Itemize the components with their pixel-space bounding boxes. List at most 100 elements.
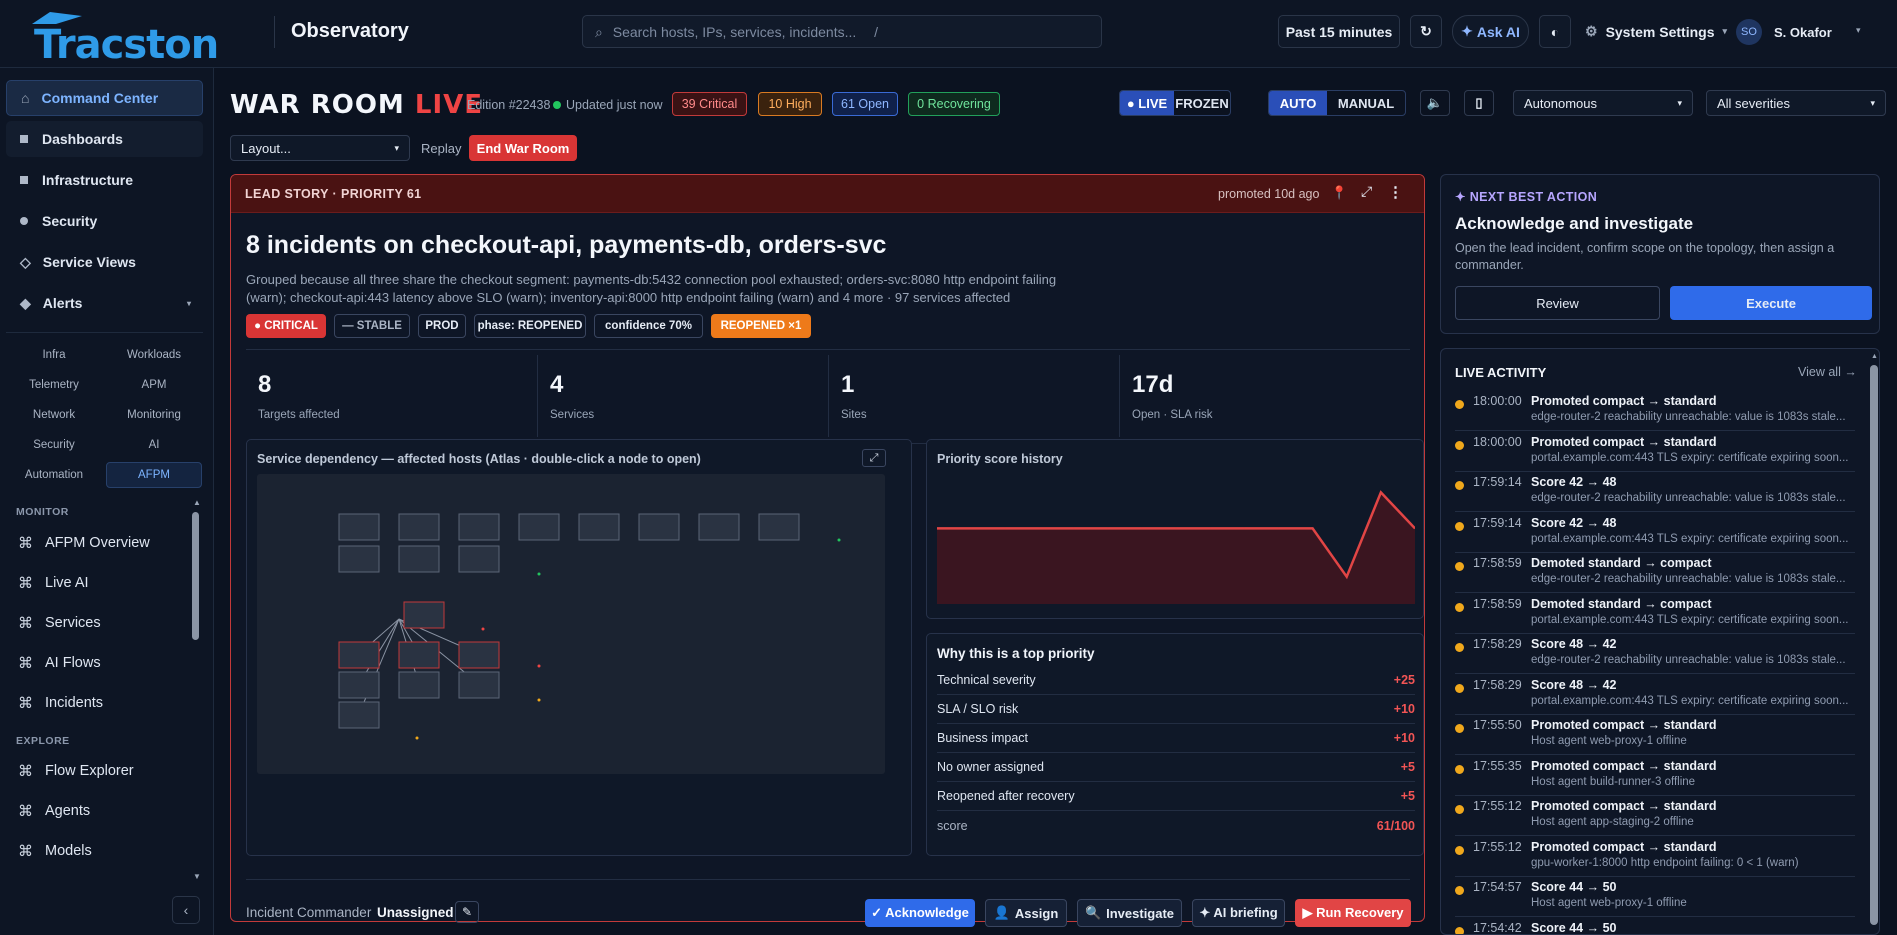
high-count-badge[interactable]: 10 High [758,92,822,116]
scrollbar-thumb[interactable] [1870,365,1878,925]
replay-link[interactable]: Replay [421,141,461,156]
priority-history-panel: Priority score history [926,439,1424,619]
assign-button[interactable]: 👤 Assign [985,899,1067,927]
subnav-infra[interactable]: Infra [9,349,99,361]
subnav-monitoring[interactable]: Monitoring [109,409,199,421]
more-icon[interactable]: ⋮ [1388,183,1403,201]
nav-live-ai[interactable]: ⌘ Live AI [18,574,89,592]
nav-flow-explorer[interactable]: ⌘ Flow Explorer [18,762,134,780]
investigate-button[interactable]: 🔍 Investigate [1077,899,1182,927]
nav-ai-flows[interactable]: ⌘ AI Flows [18,654,101,672]
activity-item[interactable]: 17:58:29 Score 48 → 42 edge-router-2 reach… [1455,634,1855,674]
activity-item[interactable]: 17:54:57 Score 44 → 50 Host agent web-prox… [1455,877,1855,917]
scrollbar-thumb[interactable] [192,512,199,640]
topology-graph[interactable] [257,474,885,774]
activity-item[interactable]: 17:59:14 Score 42 → 48 edge-router-2 reach… [1455,472,1855,512]
theme-toggle-icon[interactable]: ◐ [1539,15,1571,48]
acknowledge-button[interactable]: ✓ Acknowledge [865,899,975,927]
expand-icon[interactable]: ⤢ [1361,183,1372,200]
sidebar-item-command-center[interactable]: ⌂ Command Center [6,80,203,116]
activity-item[interactable]: 18:00:00 Promoted compact → standard porta… [1455,432,1855,472]
edit-commander-icon[interactable]: ✎ [455,901,479,923]
auto-mode-button[interactable]: AUTO [1269,91,1328,115]
activity-item[interactable]: 17:59:14 Score 42 → 48 portal.example.com:… [1455,513,1855,553]
severity-select[interactable]: All severities ▾ [1706,90,1886,116]
divider [246,349,1410,350]
nav-services[interactable]: ⌘ Services [18,614,101,632]
scroll-up-icon[interactable]: ▲ [1871,353,1878,360]
open-count-badge[interactable]: 61 Open [832,92,898,116]
manual-mode-button[interactable]: MANUAL [1327,91,1405,115]
activity-item[interactable]: 17:54:42 Score 44 → 50 [1455,918,1855,934]
nav-afpm-overview[interactable]: ⌘ AFPM Overview [18,534,150,552]
run-recovery-button[interactable]: ▶ Run Recovery [1295,899,1411,927]
next-action-description: Open the lead incident, confirm scope on… [1455,241,1835,272]
refresh-icon[interactable]: ↻ [1410,15,1442,48]
activity-detail: Host agent web-proxy-1 offline [1531,897,1687,909]
subnav-afpm[interactable]: AFPM [106,462,202,488]
brand-logo[interactable]: Tracston [30,10,252,68]
activity-item[interactable]: 17:55:35 Promoted compact → standard Host … [1455,756,1855,796]
topology-svg[interactable] [257,474,885,774]
end-war-room-button[interactable]: End War Room [469,135,577,161]
sidebar-scrollbar[interactable]: ▲ ▼ [190,498,202,884]
history-point [1346,576,1348,578]
sidebar-item-dashboards[interactable]: Dashboards [6,121,203,157]
avatar[interactable]: SO [1736,19,1762,45]
pin-icon[interactable]: 📍 [1331,185,1347,201]
sidebar-item-service-views[interactable]: ◇ Service Views [6,244,203,280]
page-title: WAR ROOM LIVE [230,90,483,120]
subnav-automation[interactable]: Automation [9,469,99,481]
fullscreen-icon[interactable]: ▯ [1464,90,1494,116]
subnav-ai[interactable]: AI [109,439,199,451]
sound-icon[interactable]: 🔈 [1420,90,1450,116]
review-button[interactable]: Review [1455,286,1660,320]
collapse-sidebar-button[interactable]: ‹ [172,896,200,924]
priority-history-chart[interactable] [937,472,1415,612]
scroll-down-icon[interactable]: ▼ [193,872,201,881]
chevron-down-icon[interactable]: ▾ [1856,25,1861,36]
layout-select[interactable]: Layout... ▾ [230,135,410,161]
subnav-workloads[interactable]: Workloads [109,349,199,361]
activity-scrollbar[interactable]: ▲ [1869,353,1879,934]
subnav-network[interactable]: Network [9,409,99,421]
critical-count-badge[interactable]: 39 Critical [672,92,747,116]
priority-factor-row: No owner assigned +5 [937,753,1415,782]
subnav-telemetry[interactable]: Telemetry [9,379,99,391]
live-mode-button[interactable]: ● LIVE [1120,91,1175,115]
nav-agents[interactable]: ⌘ Agents [18,802,90,820]
sidebar-item-infrastructure[interactable]: Infrastructure [6,162,203,198]
scroll-up-icon[interactable]: ▲ [193,498,201,507]
sidebar-item-security[interactable]: Security [6,203,203,239]
priority-score-row: score 61/100 [937,811,1415,840]
recovering-count-badge[interactable]: 0 Recovering [908,92,1000,116]
subnav-apm[interactable]: APM [109,379,199,391]
nav-incidents[interactable]: ⌘ Incidents [18,694,103,712]
nav-models[interactable]: ⌘ Models [18,842,92,860]
frozen-mode-button[interactable]: FROZEN [1174,91,1230,115]
subnav-security[interactable]: Security [9,439,99,451]
activity-item[interactable]: 17:58:59 Demoted standard → compact edge-r… [1455,553,1855,593]
system-settings-menu[interactable]: ⚙ System Settings ▾ [1585,23,1727,40]
activity-item[interactable]: 18:00:00 Promoted compact → standard edge-… [1455,391,1855,431]
time-range-button[interactable]: Past 15 minutes [1278,15,1400,48]
activity-item[interactable]: 17:55:12 Promoted compact → standard gpu-w… [1455,837,1855,877]
activity-item[interactable]: 17:55:12 Promoted compact → standard Host … [1455,796,1855,836]
ask-ai-button[interactable]: ✦ Ask AI [1452,15,1529,48]
edition-label: Edition #22438 [467,98,551,112]
autonomy-select[interactable]: Autonomous ▾ [1513,90,1693,116]
execute-button[interactable]: Execute [1670,286,1872,320]
ai-briefing-button[interactable]: ✦ AI briefing [1192,899,1285,927]
activity-item[interactable]: 17:58:59 Demoted standard → compact portal… [1455,594,1855,634]
incident-title[interactable]: 8 incidents on checkout-api, payments-db… [246,231,886,260]
search-input[interactable]: ⌕ Search hosts, IPs, services, incidents… [582,15,1102,48]
sidebar-item-alerts[interactable]: ◆ Alerts ▾ [6,285,203,321]
activity-item[interactable]: 17:55:50 Promoted compact → standard Host … [1455,715,1855,755]
expand-icon[interactable]: ⤢ [862,449,886,467]
user-name[interactable]: S. Okafor [1774,25,1832,40]
activity-item[interactable]: 17:58:29 Score 48 → 42 portal.example.com:… [1455,675,1855,715]
lead-story-label: LEAD STORY · PRIORITY 61 [245,187,422,201]
factor-label: SLA / SLO risk [937,702,1019,716]
view-all-link[interactable]: View all → [1798,365,1857,379]
factor-label: Business impact [937,731,1029,745]
